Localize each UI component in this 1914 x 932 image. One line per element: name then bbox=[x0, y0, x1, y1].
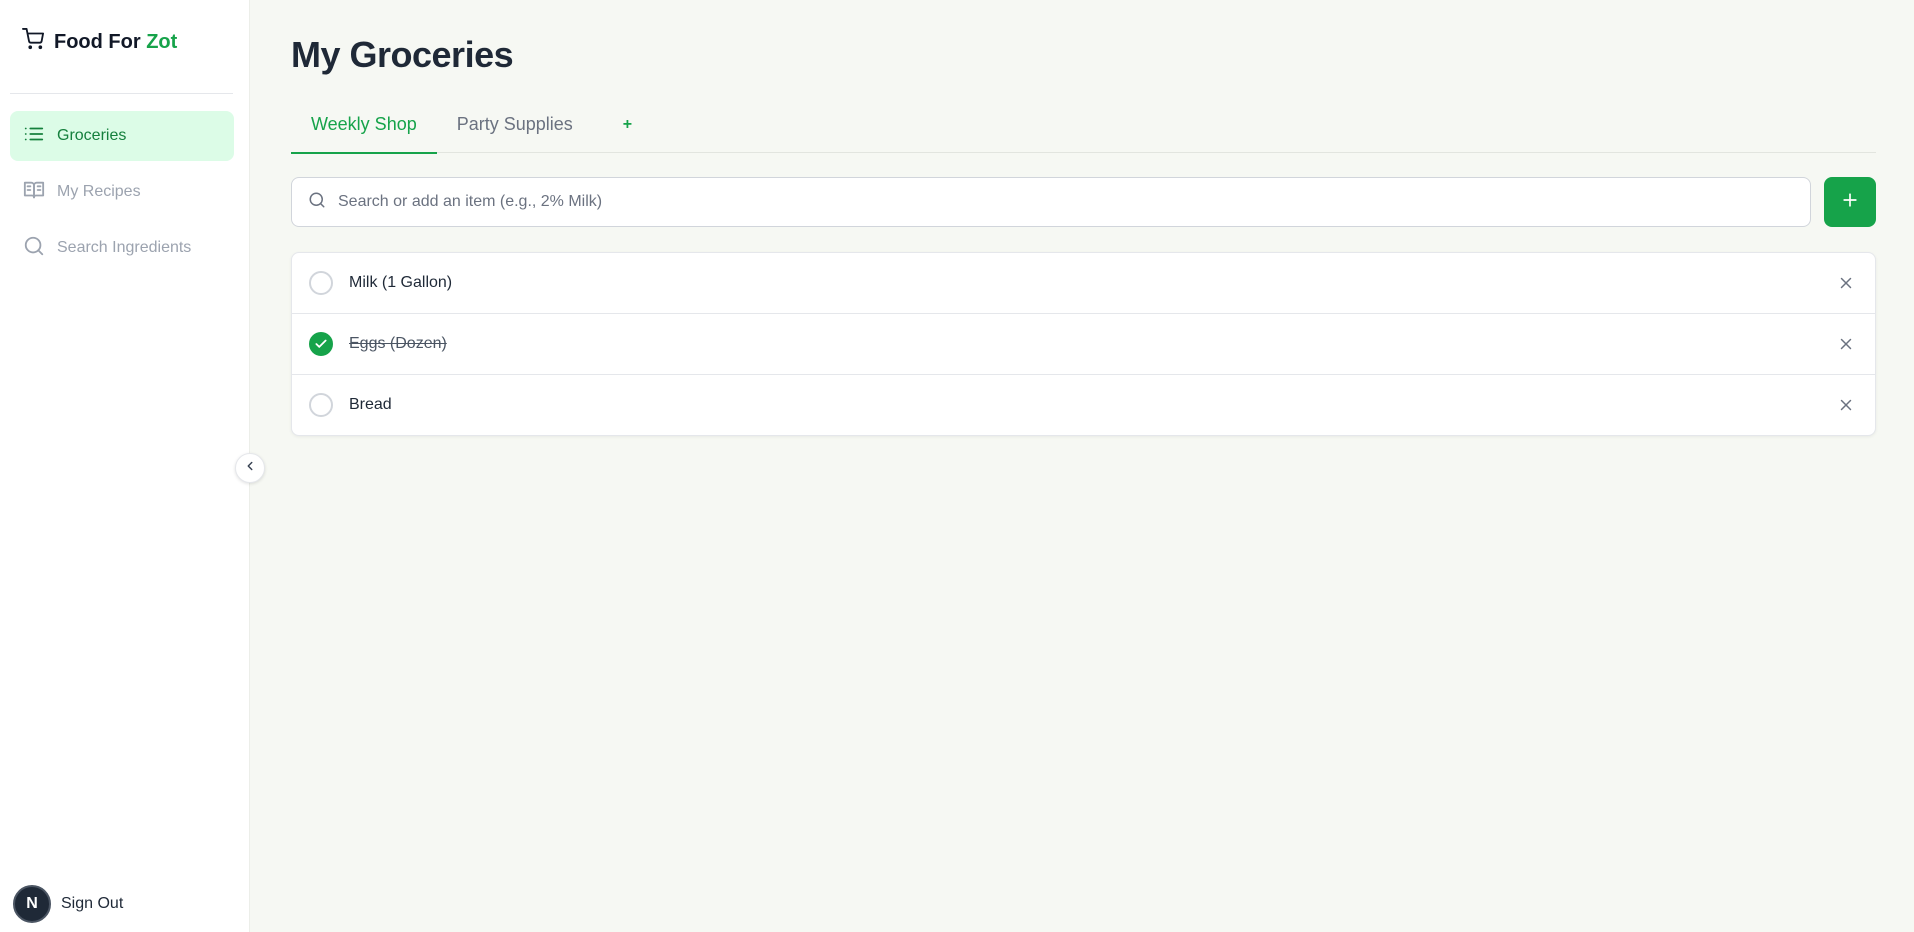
item-checkbox[interactable] bbox=[309, 271, 333, 295]
grocery-list: Milk (1 Gallon) Eggs (Dozen) Bread bbox=[291, 252, 1876, 436]
tab-party-supplies[interactable]: Party Supplies bbox=[437, 102, 593, 153]
book-icon bbox=[23, 179, 45, 206]
sidebar-item-my-recipes[interactable]: My Recipes bbox=[10, 167, 234, 217]
sidebar-item-label: Search Ingredients bbox=[57, 239, 192, 256]
sidebar-nav: Groceries My Recipes Search Ingredients bbox=[10, 111, 234, 279]
list-tabs: Weekly Shop Party Supplies + bbox=[291, 102, 1876, 154]
add-item-button[interactable] bbox=[1824, 177, 1876, 227]
search-row bbox=[291, 177, 1876, 227]
avatar: N bbox=[13, 885, 51, 923]
shopping-cart-icon bbox=[22, 28, 44, 56]
plus-icon bbox=[1840, 190, 1860, 215]
close-icon bbox=[1840, 399, 1852, 411]
page-title: My Groceries bbox=[291, 34, 514, 75]
remove-item-button[interactable] bbox=[1837, 396, 1855, 414]
remove-item-button[interactable] bbox=[1837, 274, 1855, 292]
brand-divider bbox=[10, 93, 233, 94]
list-item: Eggs (Dozen) bbox=[292, 314, 1875, 375]
item-label: Milk (1 Gallon) bbox=[349, 274, 453, 291]
sign-out-button[interactable]: N Sign Out bbox=[13, 885, 123, 923]
search-icon bbox=[308, 191, 326, 214]
collapse-sidebar-button[interactable] bbox=[235, 453, 265, 483]
check-icon bbox=[315, 339, 327, 348]
remove-item-button[interactable] bbox=[1837, 335, 1855, 353]
add-tab-button[interactable]: + bbox=[593, 102, 652, 134]
brand-name-accent: Zot bbox=[146, 30, 178, 53]
search-input[interactable] bbox=[338, 178, 1810, 226]
item-label: Bread bbox=[349, 396, 392, 413]
list-icon bbox=[23, 123, 45, 150]
sidebar-item-search-ingredients[interactable]: Search Ingredients bbox=[10, 223, 234, 273]
search-box bbox=[291, 177, 1811, 227]
brand-name-main: Food For bbox=[54, 30, 141, 53]
sign-out-label: Sign Out bbox=[61, 895, 124, 912]
brand-name: Food For Zot bbox=[54, 31, 177, 54]
sidebar: Food For Zot Groceries My Recipes Search… bbox=[0, 0, 250, 932]
tab-weekly-shop[interactable]: Weekly Shop bbox=[291, 102, 437, 154]
item-checkbox[interactable] bbox=[309, 393, 333, 417]
sidebar-item-label: My Recipes bbox=[57, 183, 141, 200]
close-icon bbox=[1840, 338, 1852, 350]
chevron-left-icon bbox=[243, 459, 257, 478]
list-item: Bread bbox=[292, 375, 1875, 435]
brand[interactable]: Food For Zot bbox=[22, 28, 177, 56]
item-label: Eggs (Dozen) bbox=[349, 335, 447, 352]
search-icon bbox=[23, 235, 45, 262]
sidebar-item-groceries[interactable]: Groceries bbox=[10, 111, 234, 161]
sidebar-item-label: Groceries bbox=[57, 127, 127, 144]
close-icon bbox=[1840, 277, 1852, 289]
list-item: Milk (1 Gallon) bbox=[292, 253, 1875, 314]
item-checkbox[interactable] bbox=[309, 332, 333, 356]
